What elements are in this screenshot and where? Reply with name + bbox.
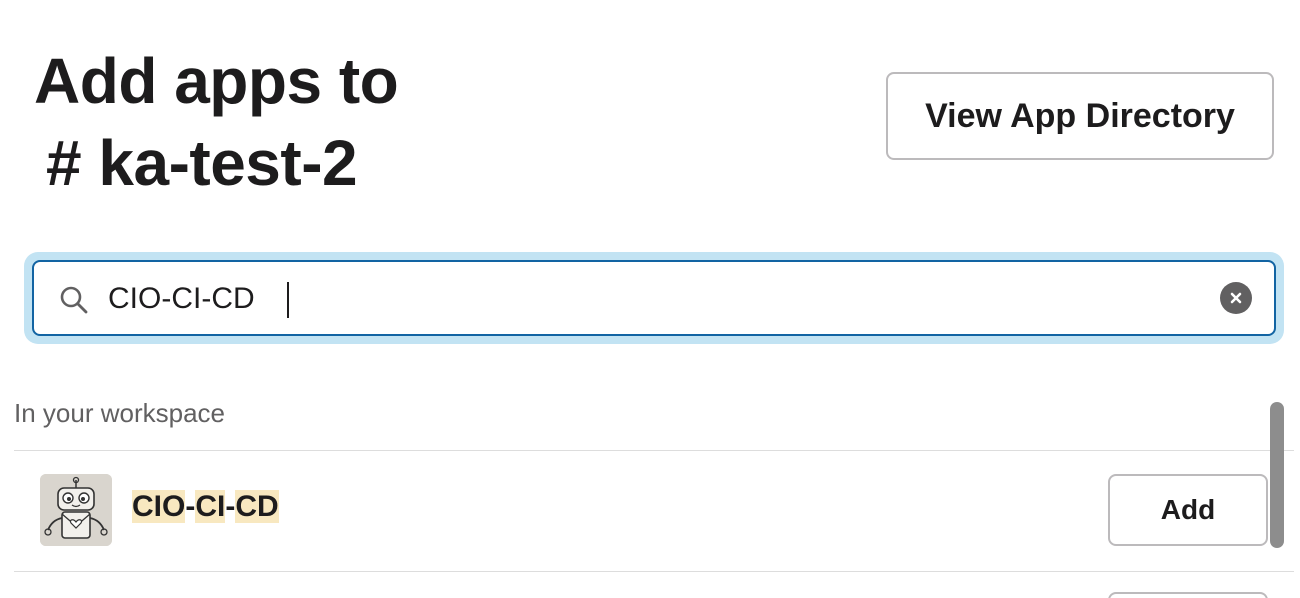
title-line-1: Add apps to <box>34 45 399 117</box>
search-field[interactable] <box>32 260 1276 336</box>
divider <box>14 571 1294 572</box>
section-label-workspace: In your workspace <box>14 398 225 428</box>
match-highlight: CI <box>195 490 226 523</box>
search-icon <box>60 286 88 314</box>
clear-search-icon[interactable] <box>1220 282 1252 314</box>
add-app-button[interactable]: Add <box>1108 474 1268 546</box>
page-title: Add apps to # ka-test-2 <box>34 40 399 204</box>
close-icon <box>1230 292 1242 304</box>
app-result-row[interactable]: CIO-CI-CD Add <box>14 452 1270 570</box>
app-name: CIO-CI-CD <box>132 490 279 524</box>
robot-avatar-icon <box>40 474 112 546</box>
title-line-2: # ka-test-2 <box>46 127 358 199</box>
divider <box>14 450 1294 451</box>
scrollbar-thumb[interactable] <box>1270 402 1284 548</box>
view-app-directory-button[interactable]: View App Directory <box>886 72 1274 160</box>
app-name-separator: - <box>185 490 196 523</box>
match-highlight: CD <box>235 490 279 523</box>
next-add-button-partial[interactable] <box>1108 592 1268 598</box>
text-caret <box>287 282 289 318</box>
add-apps-dialog: Add apps to # ka-test-2 View App Directo… <box>0 0 1300 598</box>
search-input[interactable] <box>108 276 1188 322</box>
match-highlight: CIO <box>132 490 186 523</box>
app-name-separator: - <box>225 490 236 523</box>
